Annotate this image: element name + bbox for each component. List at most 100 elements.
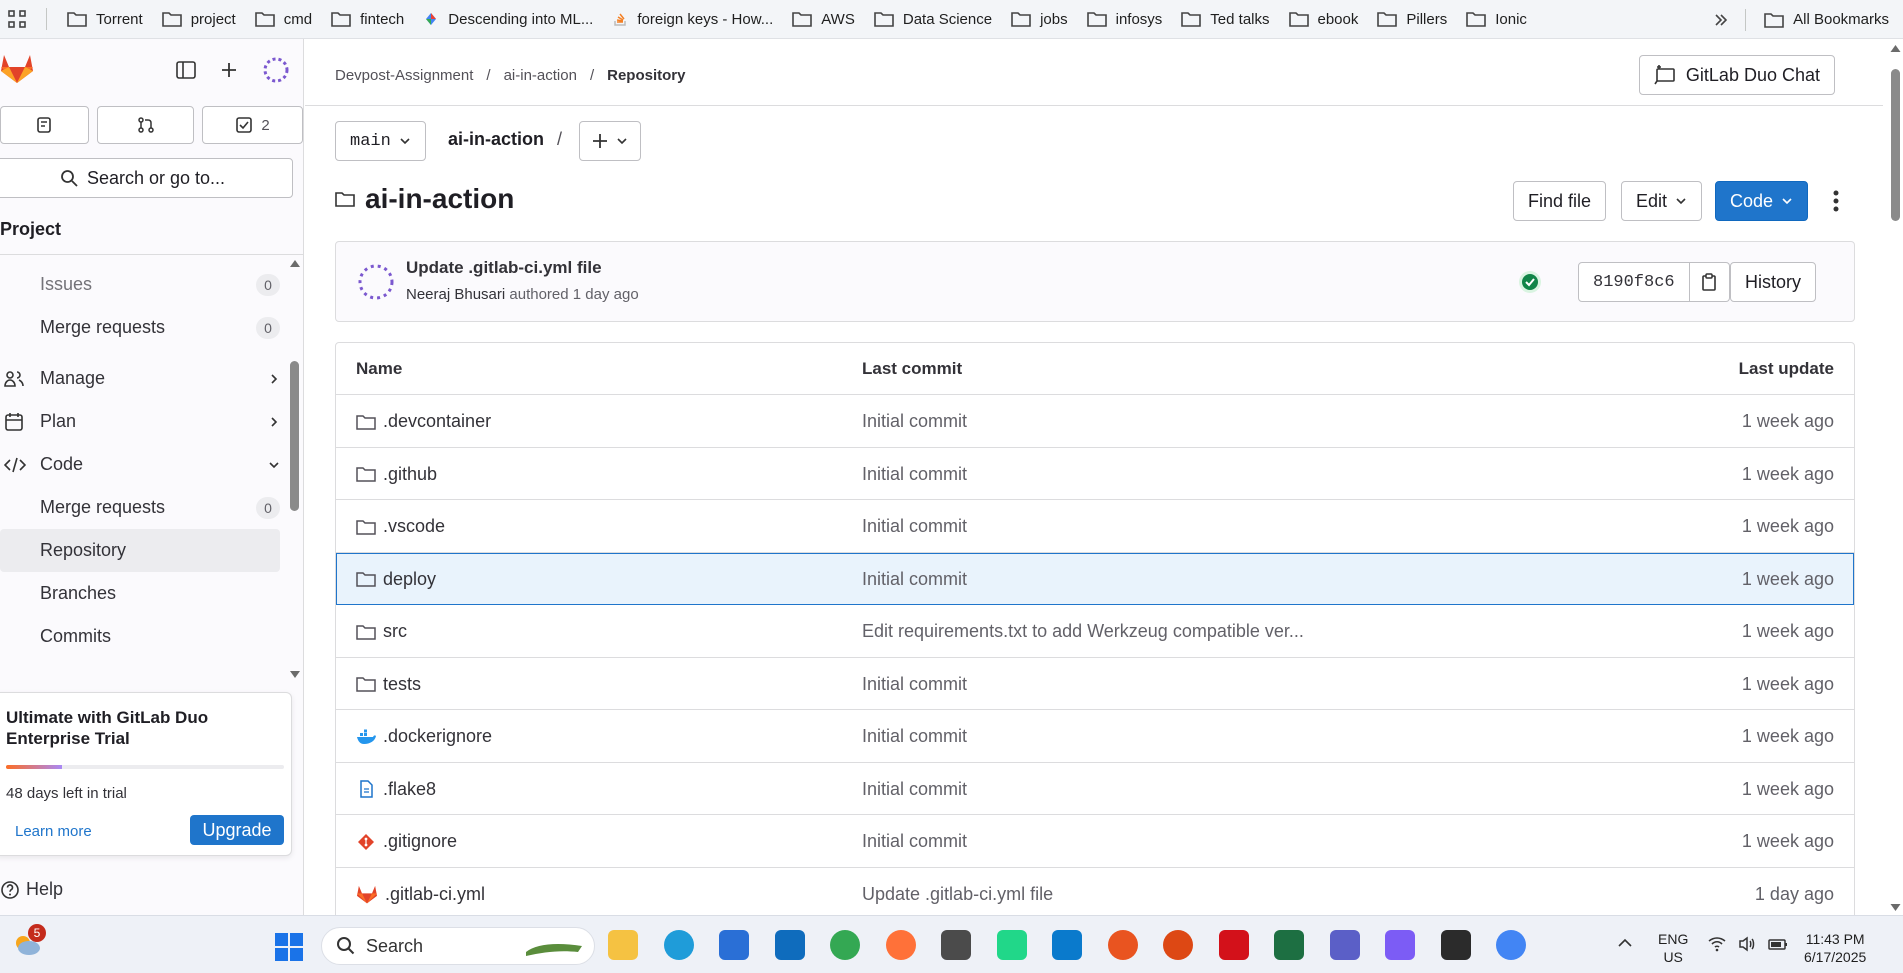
sidebar-item-commits[interactable]: Commits bbox=[0, 615, 290, 658]
scroll-up-arrow-icon[interactable] bbox=[1888, 43, 1903, 55]
todos-count-button[interactable]: 2 bbox=[202, 106, 303, 144]
sidebar-item-repository[interactable]: Repository bbox=[0, 529, 280, 572]
commit-author[interactable]: Neeraj Bhusari bbox=[406, 286, 505, 303]
weather-widget[interactable]: 5 bbox=[12, 924, 46, 958]
bookmark-item[interactable]: ebook bbox=[1281, 4, 1370, 34]
scroll-down-arrow-icon[interactable] bbox=[1888, 901, 1903, 913]
bookmark-item[interactable]: Data Science bbox=[866, 4, 1003, 34]
last-commit-link[interactable]: Initial commit bbox=[862, 411, 967, 432]
clock[interactable]: 11:43 PM 6/17/2025 bbox=[1804, 930, 1866, 966]
taskbar-search[interactable]: Search bbox=[321, 927, 595, 965]
file-name[interactable]: tests bbox=[383, 674, 421, 695]
last-commit-link[interactable]: Initial commit bbox=[862, 779, 967, 800]
bookmark-item[interactable]: foreign keys - How... bbox=[604, 4, 784, 34]
edit-dropdown[interactable]: Edit bbox=[1621, 181, 1703, 221]
breadcrumb-project[interactable]: ai-in-action bbox=[504, 67, 577, 84]
file-explorer-icon[interactable] bbox=[608, 930, 638, 960]
table-row[interactable]: .gitignore Initial commit 1 week ago bbox=[336, 815, 1854, 868]
user-avatar[interactable] bbox=[262, 56, 290, 84]
table-row[interactable]: deploy Initial commit 1 week ago bbox=[336, 552, 1854, 605]
table-row[interactable]: .flake8 Initial commit 1 week ago bbox=[336, 763, 1854, 815]
bookmark-item[interactable]: cmd bbox=[247, 4, 323, 34]
table-row[interactable]: .gitlab-ci.yml Update .gitlab-ci.yml file… bbox=[336, 868, 1854, 916]
last-commit-link[interactable]: Initial commit bbox=[862, 726, 967, 747]
firefox-icon[interactable] bbox=[886, 930, 916, 960]
chrome-icon[interactable] bbox=[830, 930, 860, 960]
table-row[interactable]: src Edit requirements.txt to add Werkzeug… bbox=[336, 605, 1854, 658]
sidebar-scrollbar[interactable] bbox=[289, 259, 301, 679]
teams-icon[interactable] bbox=[1330, 930, 1360, 960]
file-name-cell[interactable]: .devcontainer bbox=[356, 411, 491, 432]
terminal-icon[interactable] bbox=[1441, 930, 1471, 960]
file-name[interactable]: .dockerignore bbox=[383, 726, 492, 747]
file-name[interactable]: .vscode bbox=[383, 516, 445, 537]
pycharm-icon[interactable] bbox=[997, 930, 1027, 960]
file-name-cell[interactable]: .github bbox=[356, 464, 437, 485]
sidebar-item-issues[interactable]: Issues 0 bbox=[0, 263, 290, 306]
more-actions-icon[interactable] bbox=[1832, 189, 1840, 213]
duo-chat-button[interactable]: GitLab Duo Chat bbox=[1638, 55, 1835, 95]
commit-sha[interactable]: 8190f8c6 bbox=[1578, 262, 1690, 302]
file-name[interactable]: .gitlab-ci.yml bbox=[385, 884, 485, 905]
create-new-icon[interactable] bbox=[220, 61, 238, 79]
search-button[interactable]: Search or go to... bbox=[0, 158, 293, 198]
last-commit-link[interactable]: Update .gitlab-ci.yml file bbox=[862, 884, 1053, 905]
commit-message[interactable]: Update .gitlab-ci.yml file bbox=[406, 258, 602, 278]
copilot-icon[interactable] bbox=[1385, 930, 1415, 960]
bookmark-item[interactable]: Ionic bbox=[1458, 4, 1538, 34]
file-name[interactable]: src bbox=[383, 621, 407, 642]
edge-icon[interactable] bbox=[664, 930, 694, 960]
page-scrollbar[interactable] bbox=[1888, 39, 1903, 915]
file-name[interactable]: .devcontainer bbox=[383, 411, 491, 432]
branch-selector[interactable]: main bbox=[335, 121, 426, 161]
file-name-cell[interactable]: tests bbox=[356, 674, 421, 695]
sidebar-item-merge-requests[interactable]: Merge requests 0 bbox=[0, 486, 290, 529]
file-name-cell[interactable]: .gitlab-ci.yml bbox=[356, 884, 485, 905]
add-to-tree-button[interactable] bbox=[579, 121, 641, 161]
sidebar-item-plan[interactable]: Plan bbox=[0, 400, 290, 443]
start-button[interactable] bbox=[274, 932, 304, 962]
breadcrumb-current[interactable]: Repository bbox=[607, 67, 685, 84]
bookmark-item[interactable]: project bbox=[154, 4, 247, 34]
table-row[interactable]: .dockerignore Initial commit 1 week ago bbox=[336, 710, 1854, 763]
sidebar-item-merge-requests-top[interactable]: Merge requests 0 bbox=[0, 306, 290, 349]
bookmark-item[interactable]: AWS bbox=[784, 4, 866, 34]
history-button[interactable]: History bbox=[1730, 262, 1817, 302]
excel-icon[interactable] bbox=[1274, 930, 1304, 960]
last-commit-link[interactable]: Initial commit bbox=[862, 516, 967, 537]
breadcrumb-group[interactable]: Devpost-Assignment bbox=[335, 67, 473, 84]
bookmark-item[interactable]: fintech bbox=[323, 4, 415, 34]
merge-requests-count-button[interactable] bbox=[97, 106, 194, 144]
chrome-active-icon[interactable] bbox=[1496, 930, 1526, 960]
pipeline-passed-icon[interactable] bbox=[1518, 270, 1542, 294]
path-root[interactable]: ai-in-action bbox=[448, 129, 544, 150]
file-name[interactable]: deploy bbox=[383, 569, 436, 590]
file-name-cell[interactable]: .flake8 bbox=[356, 779, 436, 800]
file-name-cell[interactable]: .dockerignore bbox=[356, 726, 492, 747]
ubuntu-alt-icon[interactable] bbox=[1163, 930, 1193, 960]
table-row[interactable]: .devcontainer Initial commit 1 week ago bbox=[336, 395, 1854, 448]
store-icon[interactable] bbox=[719, 930, 749, 960]
scroll-up-arrow-icon[interactable] bbox=[289, 259, 301, 269]
file-name-cell[interactable]: src bbox=[356, 621, 407, 642]
outlook-icon[interactable] bbox=[775, 930, 805, 960]
last-commit-link[interactable]: Initial commit bbox=[862, 831, 967, 852]
more-bookmarks-icon[interactable] bbox=[1701, 13, 1741, 27]
scrollbar-thumb[interactable] bbox=[1891, 69, 1900, 221]
last-commit-link[interactable]: Initial commit bbox=[862, 674, 967, 695]
scrollbar-thumb[interactable] bbox=[290, 361, 299, 511]
bookmark-item[interactable]: infosys bbox=[1079, 4, 1174, 34]
file-name-cell[interactable]: deploy bbox=[356, 569, 436, 590]
system-tray[interactable] bbox=[1708, 936, 1788, 952]
sublime-icon[interactable] bbox=[941, 930, 971, 960]
file-name[interactable]: .gitignore bbox=[383, 831, 457, 852]
vscode-icon[interactable] bbox=[1052, 930, 1082, 960]
last-commit-link[interactable]: Edit requirements.txt to add Werkzeug co… bbox=[862, 621, 1304, 642]
learn-more-link[interactable]: Learn more bbox=[15, 823, 92, 840]
last-commit-link[interactable]: Initial commit bbox=[862, 569, 967, 590]
ubuntu-icon[interactable] bbox=[1108, 930, 1138, 960]
gitlab-logo-icon[interactable] bbox=[0, 52, 34, 84]
language-indicator[interactable]: ENG US bbox=[1658, 930, 1688, 966]
scroll-down-arrow-icon[interactable] bbox=[289, 669, 301, 679]
bookmark-item[interactable]: Torrent bbox=[59, 4, 154, 34]
